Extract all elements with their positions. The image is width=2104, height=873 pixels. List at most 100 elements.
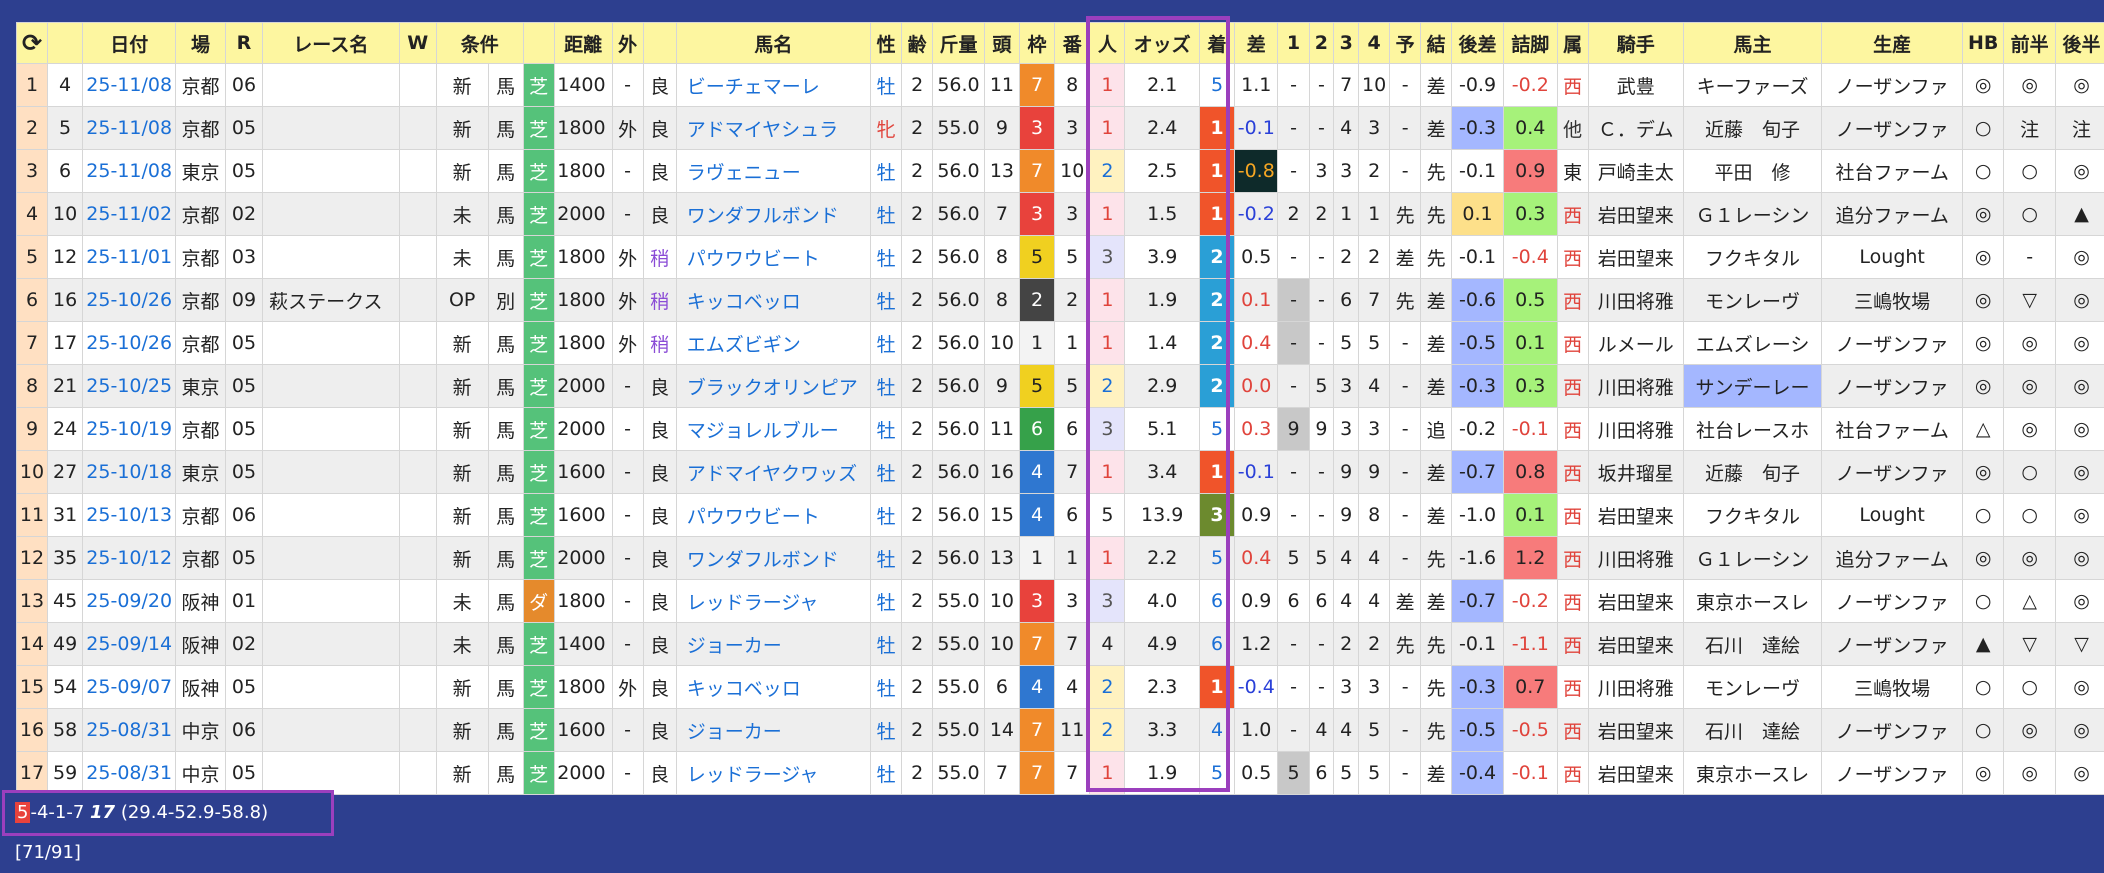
race-date-cell[interactable]: 25-08/31 bbox=[83, 709, 176, 752]
late-diff-cell: -0.7 bbox=[1452, 451, 1504, 494]
column-header[interactable]: 条件 bbox=[436, 23, 523, 64]
column-header[interactable] bbox=[643, 23, 676, 64]
race-date-cell[interactable]: 25-11/08 bbox=[83, 64, 176, 107]
column-header[interactable]: レース名 bbox=[263, 23, 400, 64]
horse-name-cell[interactable]: パウワウビート bbox=[676, 236, 870, 279]
race-date-cell[interactable]: 25-10/26 bbox=[83, 322, 176, 365]
race-date-cell[interactable]: 25-10/26 bbox=[83, 279, 176, 322]
race-date-cell[interactable]: 25-08/31 bbox=[83, 752, 176, 795]
column-header[interactable]: 日付 bbox=[83, 23, 176, 64]
popularity-cell: 1 bbox=[1090, 193, 1125, 236]
column-header[interactable]: 詰脚 bbox=[1503, 23, 1557, 64]
horse-name-cell[interactable]: マジョレルブルー bbox=[676, 408, 870, 451]
race-date-cell[interactable]: 25-09/07 bbox=[83, 666, 176, 709]
race-date-cell[interactable]: 25-11/08 bbox=[83, 150, 176, 193]
race-date-cell[interactable]: 25-10/18 bbox=[83, 451, 176, 494]
race-date-cell[interactable]: 25-11/01 bbox=[83, 236, 176, 279]
horse-name-cell[interactable]: ジョーカー bbox=[676, 709, 870, 752]
race-date-cell[interactable]: 25-11/02 bbox=[83, 193, 176, 236]
table-row[interactable]: 102725-10/18東京05新馬芝1600-良アドマイヤクワッズ牡256.0… bbox=[17, 451, 2104, 494]
column-header[interactable]: W bbox=[399, 23, 436, 64]
race-id-cell: 59 bbox=[48, 752, 83, 795]
column-header[interactable]: 外 bbox=[612, 23, 643, 64]
horse-name-cell[interactable]: ワンダフルボンド bbox=[676, 537, 870, 580]
horse-name-cell[interactable]: ビーチェマーレ bbox=[676, 64, 870, 107]
horse-name-cell[interactable]: キッコベッロ bbox=[676, 279, 870, 322]
odds-cell: 1.4 bbox=[1125, 322, 1199, 365]
horse-name-cell[interactable]: ワンダフルボンド bbox=[676, 193, 870, 236]
column-header[interactable] bbox=[523, 23, 554, 64]
breeder-cell: ノーザンファ bbox=[1822, 64, 1963, 107]
race-date-cell[interactable]: 25-10/12 bbox=[83, 537, 176, 580]
column-header[interactable]: 後半 bbox=[2056, 23, 2104, 64]
horse-name-cell[interactable]: パウワウビート bbox=[676, 494, 870, 537]
horse-name-cell[interactable]: ブラックオリンピア bbox=[676, 365, 870, 408]
table-row[interactable]: 144925-09/14阪神02未馬芝1400-良ジョーカー牡255.01077… bbox=[17, 623, 2104, 666]
column-header[interactable]: 枠 bbox=[1019, 23, 1054, 64]
column-header[interactable]: 生産 bbox=[1822, 23, 1963, 64]
column-header[interactable]: 3 bbox=[1334, 23, 1359, 64]
column-header[interactable]: R bbox=[225, 23, 262, 64]
column-header[interactable]: 斤量 bbox=[933, 23, 985, 64]
horse-name-cell[interactable]: アドマイヤシュラ bbox=[676, 107, 870, 150]
race-date-cell[interactable]: 25-10/19 bbox=[83, 408, 176, 451]
table-row[interactable]: 113125-10/13京都06新馬芝1600-良パウワウビート牡256.015… bbox=[17, 494, 2104, 537]
table-row[interactable]: 123525-10/12京都05新馬芝2000-良ワンダフルボンド牡256.01… bbox=[17, 537, 2104, 580]
column-header[interactable]: 齢 bbox=[902, 23, 933, 64]
table-row[interactable]: 175925-08/31中京05新馬芝2000-良レッドラージャ牡255.077… bbox=[17, 752, 2104, 795]
table-row[interactable]: 2525-11/08京都05新馬芝1800外良アドマイヤシュラ牝255.0933… bbox=[17, 107, 2104, 150]
closing-cell: 0.8 bbox=[1503, 451, 1557, 494]
column-header[interactable]: オッズ bbox=[1125, 23, 1199, 64]
table-row[interactable]: 71725-10/26京都05新馬芝1800外稍エムズビギン牡256.01011… bbox=[17, 322, 2104, 365]
column-header[interactable]: 場 bbox=[176, 23, 226, 64]
column-header[interactable]: 予 bbox=[1390, 23, 1421, 64]
race-date-cell[interactable]: 25-10/13 bbox=[83, 494, 176, 537]
column-header[interactable]: 距離 bbox=[554, 23, 612, 64]
table-row[interactable]: 51225-11/01京都03未馬芝1800外稍パウワウビート牡256.0855… bbox=[17, 236, 2104, 279]
column-header[interactable]: 差 bbox=[1235, 23, 1278, 64]
horse-name-cell[interactable]: ラヴェニュー bbox=[676, 150, 870, 193]
table-row[interactable]: 165825-08/31中京06新馬芝1600-良ジョーカー牡255.01471… bbox=[17, 709, 2104, 752]
table-row[interactable]: 134525-09/20阪神01未馬ダ1800-良レッドラージャ牡255.010… bbox=[17, 580, 2104, 623]
column-header[interactable] bbox=[48, 23, 83, 64]
race-date-cell[interactable]: 25-10/25 bbox=[83, 365, 176, 408]
table-row[interactable]: 1425-11/08京都06新馬芝1400-良ビーチェマーレ牡256.01178… bbox=[17, 64, 2104, 107]
table-row[interactable]: 155425-09/07阪神05新馬芝1800外良キッコベッロ牡255.0644… bbox=[17, 666, 2104, 709]
column-header[interactable]: 着 bbox=[1199, 23, 1234, 64]
column-header[interactable]: 性 bbox=[871, 23, 902, 64]
table-row[interactable]: 41025-11/02京都02未馬芝2000-良ワンダフルボンド牡256.073… bbox=[17, 193, 2104, 236]
column-header[interactable]: 馬主 bbox=[1683, 23, 1822, 64]
race-date-cell[interactable]: 25-11/08 bbox=[83, 107, 176, 150]
column-header[interactable]: 前半 bbox=[2004, 23, 2056, 64]
race-date-cell[interactable]: 25-09/14 bbox=[83, 623, 176, 666]
race-date-cell[interactable]: 25-09/20 bbox=[83, 580, 176, 623]
age-cell: 2 bbox=[902, 580, 933, 623]
horse-name-cell[interactable]: アドマイヤクワッズ bbox=[676, 451, 870, 494]
horse-name-cell[interactable]: キッコベッロ bbox=[676, 666, 870, 709]
popularity-cell: 1 bbox=[1090, 107, 1125, 150]
column-header[interactable]: 騎手 bbox=[1588, 23, 1683, 64]
column-header[interactable]: 結 bbox=[1421, 23, 1452, 64]
column-header[interactable]: 4 bbox=[1359, 23, 1390, 64]
row-index-cell: 7 bbox=[17, 322, 48, 365]
column-header[interactable]: 人 bbox=[1090, 23, 1125, 64]
column-header[interactable]: 頭 bbox=[984, 23, 1019, 64]
horse-name-cell[interactable]: ジョーカー bbox=[676, 623, 870, 666]
column-header[interactable]: 属 bbox=[1557, 23, 1588, 64]
column-header[interactable]: 番 bbox=[1055, 23, 1090, 64]
column-header[interactable]: 1 bbox=[1278, 23, 1309, 64]
horse-name-cell[interactable]: レッドラージャ bbox=[676, 752, 870, 795]
column-header[interactable]: 後差 bbox=[1452, 23, 1504, 64]
table-row[interactable]: 3625-11/08東京05新馬芝1800-良ラヴェニュー牡256.013710… bbox=[17, 150, 2104, 193]
column-header[interactable]: 2 bbox=[1309, 23, 1334, 64]
column-header[interactable]: HB bbox=[1962, 23, 2003, 64]
table-row[interactable]: 61625-10/26京都09萩ステークスOP別芝1800外稍キッコベッロ牡25… bbox=[17, 279, 2104, 322]
outer-flag-cell: 外 bbox=[612, 666, 643, 709]
race-number-cell: 01 bbox=[225, 580, 262, 623]
column-header[interactable]: 馬名 bbox=[676, 23, 870, 64]
horse-name-cell[interactable]: エムズビギン bbox=[676, 322, 870, 365]
horse-name-cell[interactable]: レッドラージャ bbox=[676, 580, 870, 623]
table-row[interactable]: 92425-10/19京都05新馬芝2000-良マジョレルブルー牡256.011… bbox=[17, 408, 2104, 451]
table-row[interactable]: 82125-10/25東京05新馬芝2000-良ブラックオリンピア牡256.09… bbox=[17, 365, 2104, 408]
refresh-button[interactable]: ⟳ bbox=[17, 23, 48, 64]
